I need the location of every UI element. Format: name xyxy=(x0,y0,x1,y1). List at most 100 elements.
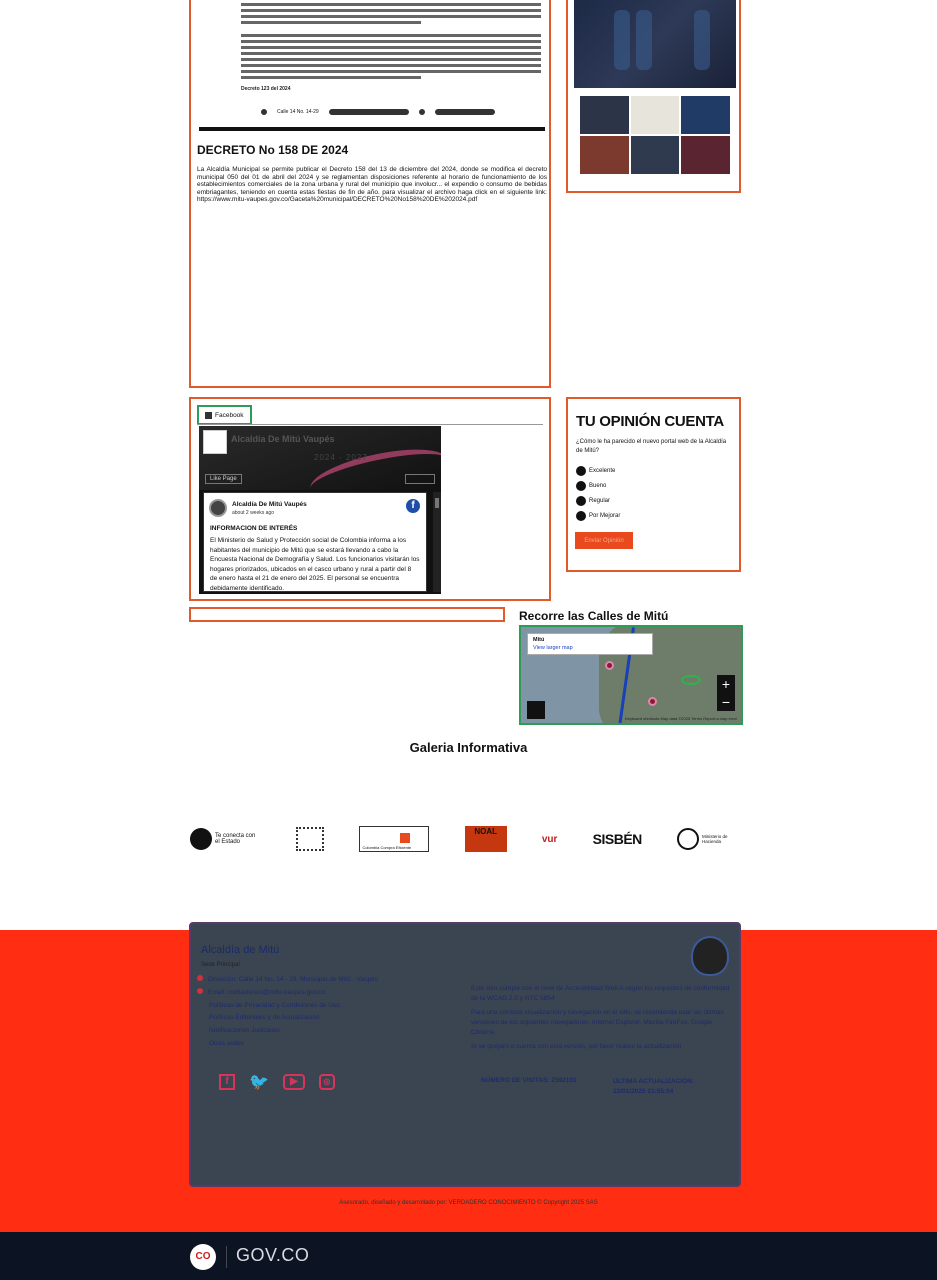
gallery-section-title: Galeria Informativa xyxy=(409,740,528,755)
map-zoom-controls: + − xyxy=(717,675,735,711)
map-attribution[interactable]: Keyboard shortcuts Map data ©2025 Terms … xyxy=(625,716,737,721)
poll-option-label: Excelente xyxy=(589,467,616,474)
zoom-out-button[interactable]: − xyxy=(717,693,735,711)
gallery-thumbnails xyxy=(580,96,730,174)
facebook-logo-icon[interactable]: f xyxy=(406,499,420,513)
location-icon xyxy=(197,975,203,981)
like-page-button[interactable]: Like Page xyxy=(205,474,242,484)
footer-email[interactable]: Email: contactenos@mitu-vaupes.gov.co xyxy=(197,987,378,1000)
footer-address: Dirección: Calle 14 No. 14 - 29, Municip… xyxy=(197,974,378,987)
post-time[interactable]: about 2 weeks ago xyxy=(232,510,274,516)
post-text: El Ministerio de Salud y Protección soci… xyxy=(210,537,420,592)
footer-judicial-link[interactable]: Notificaciones Judiciales. xyxy=(209,1025,378,1038)
gallery-thumbnail[interactable] xyxy=(630,96,680,134)
youtube-icon[interactable]: ▶ xyxy=(282,1074,305,1090)
te-conecta-icon xyxy=(190,828,212,850)
logo-sisben[interactable]: SISBÉN xyxy=(593,824,643,854)
accessibility-note: Este sitio cumple con el nivel de Accesi… xyxy=(471,985,730,1002)
social-links: f 🐦 ▶ ◎ xyxy=(219,1072,335,1092)
shield-icon xyxy=(296,827,325,851)
developer-credit[interactable]: Asesorado, diseñado y desarrollado por: … xyxy=(0,1200,937,1206)
doc-divider xyxy=(199,127,545,131)
radio-icon[interactable] xyxy=(576,480,586,491)
instagram-icon[interactable]: ◎ xyxy=(318,1074,335,1090)
avatar[interactable] xyxy=(209,499,227,517)
post-scrollbar[interactable] xyxy=(433,492,441,592)
map-title: Recorre las Calles de Mitú xyxy=(519,609,669,623)
noal-icon: NOAL xyxy=(464,826,507,852)
view-larger-map-link[interactable]: View larger map xyxy=(533,645,647,651)
logo-te-conecta[interactable]: Te conecta con el Estado xyxy=(190,824,261,854)
embedded-map[interactable]: Mitú View larger map + − Keyboard shortc… xyxy=(519,625,743,725)
partner-logos: Te conecta con el Estado Colombia Compra… xyxy=(190,822,742,856)
poll-options: Excelente Bueno Regular Por Mejorar xyxy=(576,463,620,523)
zoom-in-button[interactable]: + xyxy=(717,675,735,693)
facebook-page-logo[interactable] xyxy=(203,430,227,454)
logo-vur[interactable]: vur xyxy=(542,824,558,854)
submit-opinion-button[interactable]: Enviar Opinión xyxy=(575,532,633,549)
logo-colombia-compra[interactable]: Colombia Compra Eficiente xyxy=(359,824,430,854)
gallery-thumbnail[interactable] xyxy=(681,136,730,174)
facebook-post: Alcaldía De Mitú Vaupés about 2 weeks ag… xyxy=(203,492,427,592)
map-feature xyxy=(681,675,701,685)
gallery-thumbnail[interactable] xyxy=(580,96,629,134)
colombia-co-logo[interactable]: CO xyxy=(190,1244,216,1270)
map-pin-icon[interactable] xyxy=(605,661,614,670)
facebook-icon[interactable]: f xyxy=(219,1074,235,1090)
poll-option[interactable]: Regular xyxy=(576,493,620,508)
facebook-icon xyxy=(205,411,212,419)
poll-title: TU OPINIÓN CUENTA xyxy=(576,413,724,430)
gallery-thumbnail[interactable] xyxy=(681,96,730,134)
doc-contact-row: Calle 14 No. 14-29 xyxy=(261,107,511,117)
poll-option[interactable]: Por Mejorar xyxy=(576,508,620,523)
news-title[interactable]: DECRETO No 158 DE 2024 xyxy=(197,143,348,157)
cover-year: 2024 - 2027 xyxy=(314,453,368,462)
last-updated: ÚLTIMA ACTUALIZACIÓN: 23/01/2025 21:55:0… xyxy=(613,1077,694,1097)
logo-shield[interactable] xyxy=(296,824,325,854)
map-pin-icon[interactable] xyxy=(648,697,657,706)
radio-icon[interactable] xyxy=(576,510,586,521)
news-card: Decreto 123 del 2024 Calle 14 No. 14-29 … xyxy=(189,0,551,388)
poll-option-label: Regular xyxy=(589,497,611,504)
doc-footer-date: Decreto 123 del 2024 xyxy=(241,86,291,92)
poll-option[interactable]: Bueno xyxy=(576,478,620,493)
browser-note: Para una correcta visualización y navega… xyxy=(471,1009,724,1036)
poll-question: ¿Cómo le ha parecido el nuevo portal web… xyxy=(576,439,727,454)
colombia-compra-icon: Colombia Compra Eficiente xyxy=(359,826,430,852)
poll-card: TU OPINIÓN CUENTA ¿Cómo le ha parecido e… xyxy=(566,397,741,572)
doc-address: Calle 14 No. 14-29 xyxy=(277,109,319,115)
post-author[interactable]: Alcaldía De Mitú Vaupés xyxy=(232,501,307,508)
gov-co-bar: CO GOV.CO xyxy=(0,1232,937,1280)
facebook-page-name[interactable]: Alcaldía De Mitú Vaupés xyxy=(231,434,335,444)
facebook-widget: Alcaldía De Mitú Vaupés 2024 - 2027 Like… xyxy=(199,426,441,594)
empty-widget-box xyxy=(189,607,505,622)
gallery-thumbnail[interactable] xyxy=(580,136,629,174)
radio-icon[interactable] xyxy=(576,465,586,476)
poll-option[interactable]: Excelente xyxy=(576,463,620,478)
footer-org-name: Alcaldía de Mitú xyxy=(201,944,280,956)
tab-divider xyxy=(197,424,543,425)
logo-noal[interactable]: NOAL xyxy=(464,824,507,854)
news-body: La Alcaldía Municipal se permite publica… xyxy=(197,166,547,203)
facebook-cover: Alcaldía De Mitú Vaupés 2024 - 2027 Like… xyxy=(199,426,441,509)
gov-co-link[interactable]: GOV.CO xyxy=(236,1245,309,1266)
divider xyxy=(226,1246,227,1268)
radio-icon[interactable] xyxy=(576,495,586,506)
footer-sede: Sede Principal xyxy=(201,962,240,968)
footer-privacy-link[interactable]: Políticas de Privacidad y Condiciones de… xyxy=(209,1000,378,1013)
tab-facebook[interactable]: Facebook xyxy=(197,405,252,425)
fullscreen-icon[interactable] xyxy=(527,701,545,719)
footer-editorial-link[interactable]: Políticas Editoriales y de Actualización… xyxy=(209,1012,378,1025)
share-button[interactable] xyxy=(405,474,435,484)
facebook-card: Facebook Alcaldía De Mitú Vaupés 2024 - … xyxy=(189,397,551,601)
update-note: Si se quejaro o cuenta con esta versión,… xyxy=(471,1043,682,1050)
gallery-thumbnail[interactable] xyxy=(630,136,680,174)
poll-option-label: Por Mejorar xyxy=(589,512,621,519)
page: Decreto 123 del 2024 Calle 14 No. 14-29 … xyxy=(0,0,937,1280)
twitter-icon[interactable]: 🐦 xyxy=(249,1072,269,1092)
hacienda-icon xyxy=(677,828,699,850)
logo-label: Colombia Compra Eficiente xyxy=(362,845,412,850)
gallery-main-photo[interactable] xyxy=(574,0,736,88)
footer-other-sites-link[interactable]: Otras sedes xyxy=(209,1038,378,1051)
logo-hacienda[interactable]: Ministerio de Hacienda xyxy=(677,824,742,854)
